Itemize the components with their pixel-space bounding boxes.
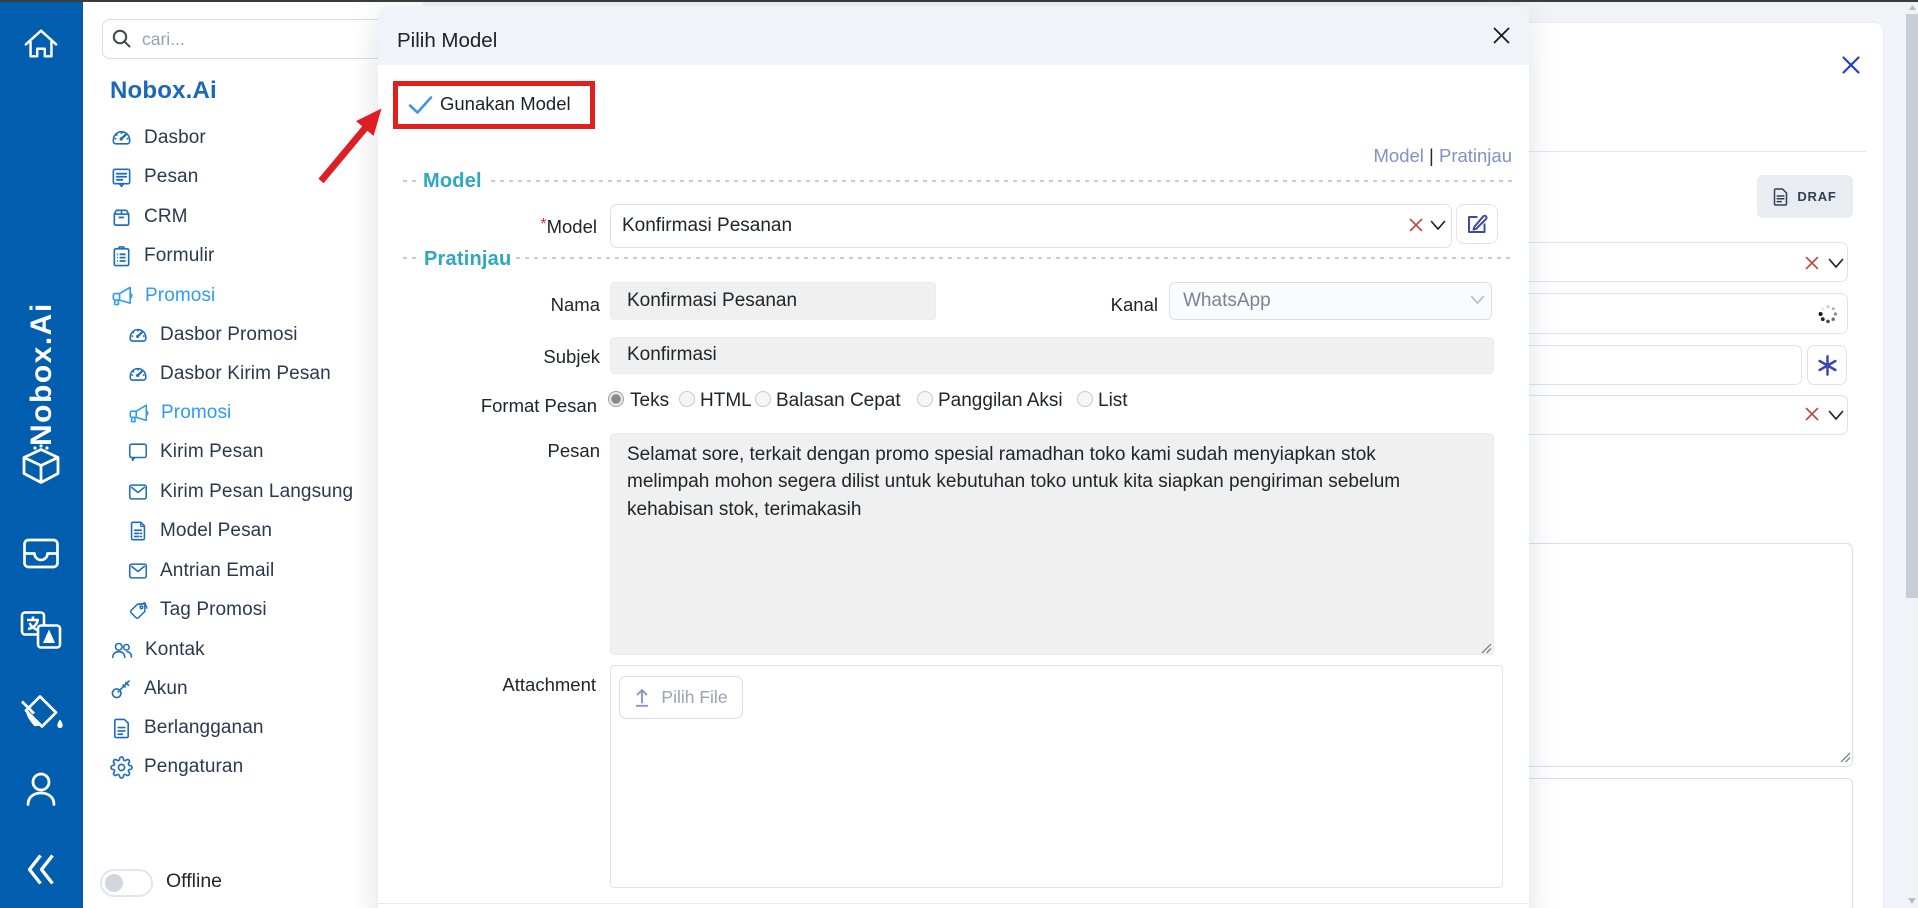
svg-text:Nobox.Ai: Nobox.Ai bbox=[25, 302, 58, 446]
